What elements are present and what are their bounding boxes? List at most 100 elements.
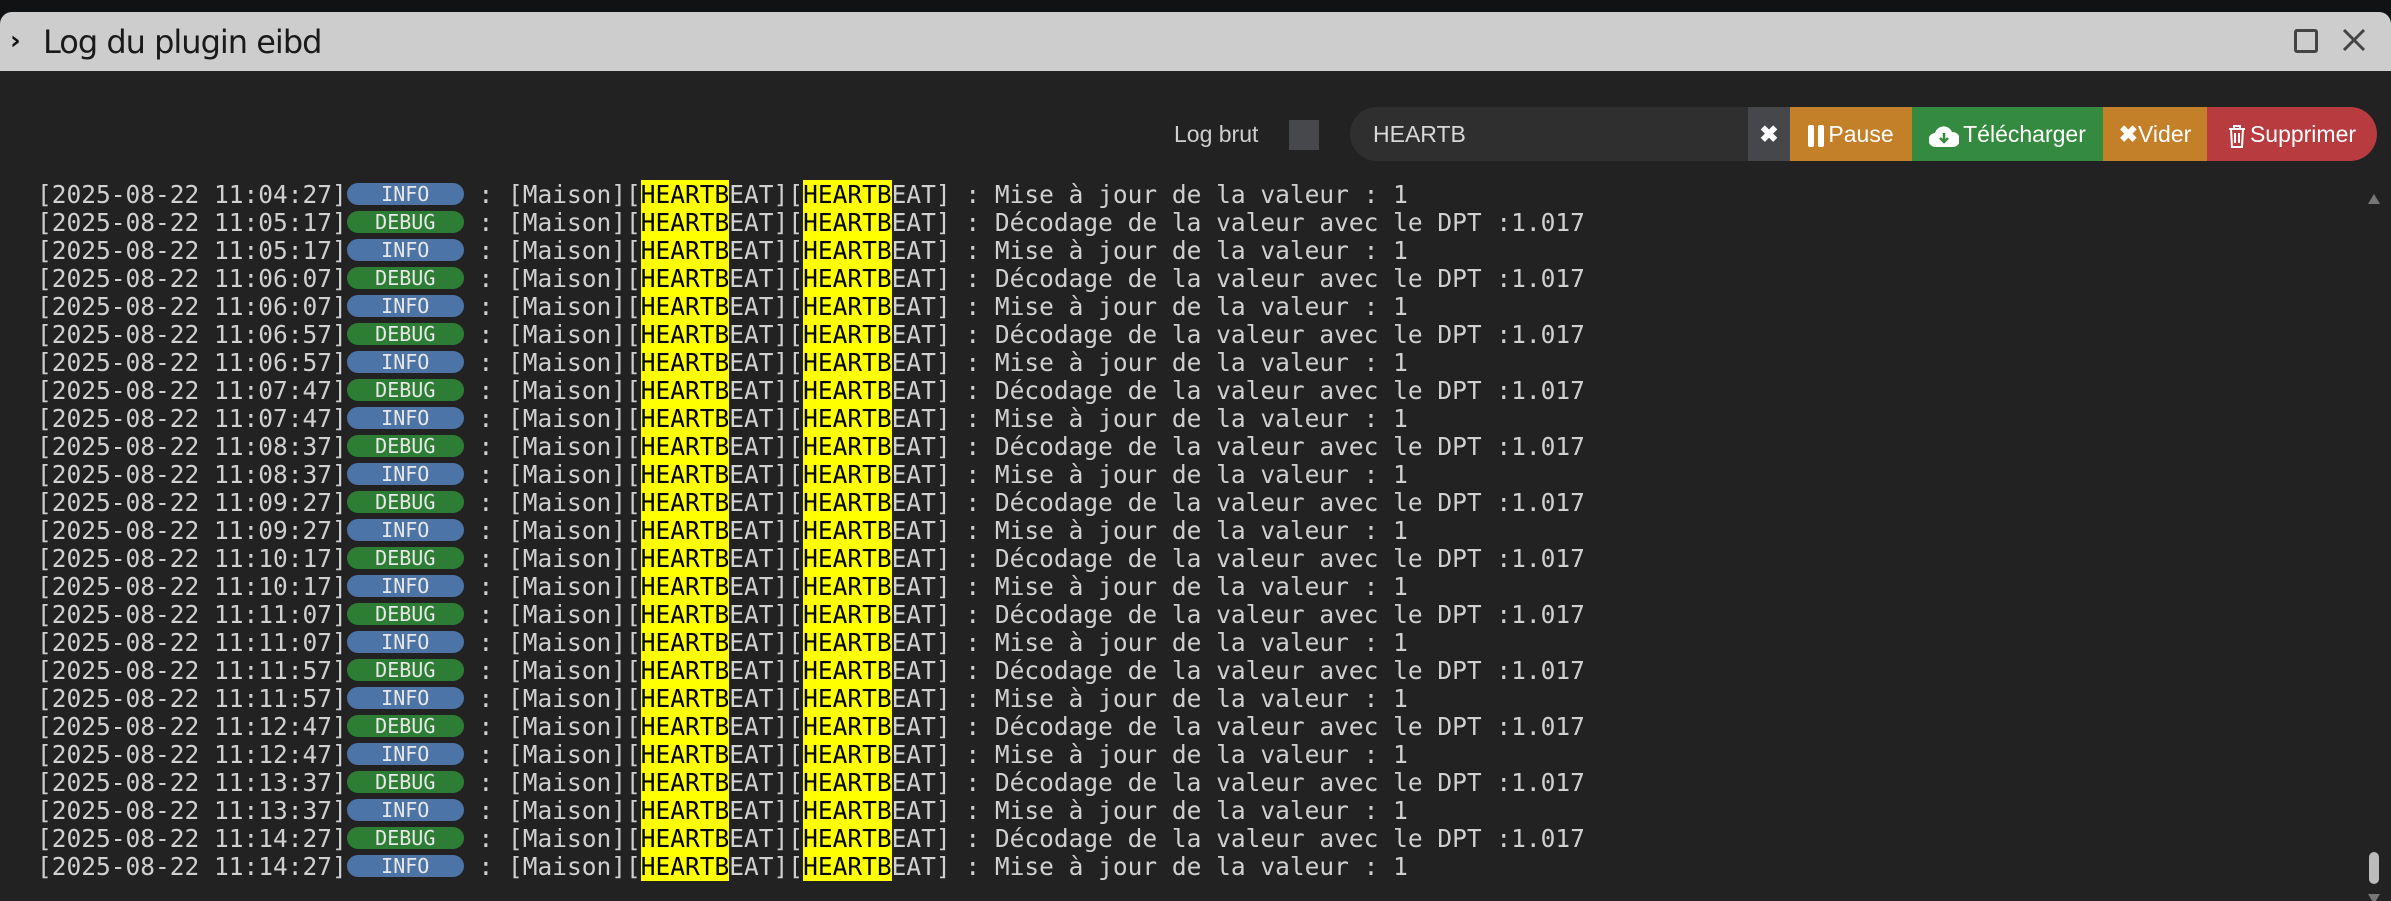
log-row: [2025-08-22 11:09:27] DEBUG : [Maison][HE… bbox=[37, 488, 1585, 517]
scrollbar-thumb[interactable] bbox=[2369, 852, 2379, 884]
log-source: : [Maison][ bbox=[463, 768, 641, 797]
log-level-badge: INFO bbox=[346, 799, 464, 821]
log-tag: EAT][ bbox=[729, 824, 804, 853]
pause-button[interactable]: Pause bbox=[1790, 107, 1912, 161]
search-highlight: HEARTB bbox=[640, 572, 730, 601]
log-row: [2025-08-22 11:06:57] DEBUG : [Maison][HE… bbox=[37, 320, 1585, 349]
log-row: [2025-08-22 11:06:07] DEBUG : [Maison][HE… bbox=[37, 264, 1585, 293]
maximize-icon[interactable] bbox=[2294, 29, 2318, 53]
log-tag: EAT][ bbox=[729, 684, 804, 713]
search-highlight: HEARTB bbox=[803, 852, 892, 881]
log-tag: EAT] : bbox=[891, 320, 995, 349]
log-message: Mise à jour de la valeur : 1 bbox=[994, 516, 1408, 545]
log-message: Décodage de la valeur avec le DPT :1.017 bbox=[994, 488, 1585, 517]
log-tag: EAT][ bbox=[729, 264, 804, 293]
log-level-badge: INFO bbox=[346, 351, 464, 373]
log-row: [2025-08-22 11:07:47] DEBUG : [Maison][HE… bbox=[37, 376, 1585, 405]
search-input[interactable]: HEARTB bbox=[1350, 107, 1748, 161]
log-tag: EAT][ bbox=[729, 320, 804, 349]
log-message: Décodage de la valeur avec le DPT :1.017 bbox=[994, 264, 1585, 293]
log-tag: EAT][ bbox=[729, 516, 804, 545]
log-brut-checkbox[interactable] bbox=[1289, 120, 1319, 150]
search-highlight: HEARTB bbox=[803, 712, 892, 741]
log-tag: EAT] : bbox=[891, 376, 995, 405]
log-timestamp: [2025-08-22 11:11:07] bbox=[37, 600, 347, 629]
close-icon[interactable] bbox=[2336, 22, 2372, 58]
search-highlight: HEARTB bbox=[640, 516, 730, 545]
log-source: : [Maison][ bbox=[463, 544, 641, 573]
log-tag: EAT][ bbox=[729, 544, 804, 573]
search-highlight: HEARTB bbox=[803, 488, 892, 517]
search-highlight: HEARTB bbox=[640, 824, 730, 853]
log-tag: EAT][ bbox=[729, 712, 804, 741]
log-timestamp: [2025-08-22 11:06:57] bbox=[37, 348, 347, 377]
log-tag: EAT] : bbox=[891, 292, 995, 321]
search-highlight: HEARTB bbox=[640, 348, 730, 377]
log-source: : [Maison][ bbox=[463, 516, 641, 545]
log-source: : [Maison][ bbox=[463, 488, 641, 517]
search-highlight: HEARTB bbox=[803, 432, 892, 461]
log-level-badge: INFO bbox=[346, 519, 464, 541]
log-row: [2025-08-22 11:11:57] DEBUG : [Maison][HE… bbox=[37, 656, 1585, 685]
log-message: Décodage de la valeur avec le DPT :1.017 bbox=[994, 544, 1585, 573]
log-message: Décodage de la valeur avec le DPT :1.017 bbox=[994, 432, 1585, 461]
pause-label: Pause bbox=[1828, 121, 1894, 147]
log-timestamp: [2025-08-22 11:06:07] bbox=[37, 292, 347, 321]
log-source: : [Maison][ bbox=[463, 712, 641, 741]
log-level-badge: INFO bbox=[346, 631, 464, 653]
clear-search-button[interactable]: ✖ bbox=[1748, 107, 1790, 161]
search-highlight: HEARTB bbox=[640, 460, 730, 489]
log-row: [2025-08-22 11:10:17] DEBUG : [Maison][HE… bbox=[37, 544, 1585, 573]
log-row: [2025-08-22 11:14:27] DEBUG : [Maison][HE… bbox=[37, 824, 1585, 853]
log-tag: EAT][ bbox=[729, 236, 804, 265]
log-timestamp: [2025-08-22 11:09:27] bbox=[37, 516, 347, 545]
log-message: Mise à jour de la valeur : 1 bbox=[994, 348, 1408, 377]
log-output: [2025-08-22 11:04:27] INFO : [Maison][HEA… bbox=[37, 180, 1585, 881]
search-highlight: HEARTB bbox=[803, 796, 892, 825]
log-timestamp: [2025-08-22 11:11:57] bbox=[37, 684, 347, 713]
empty-button[interactable]: ✖Vider bbox=[2103, 107, 2207, 161]
search-highlight: HEARTB bbox=[640, 656, 730, 685]
scroll-down-arrow[interactable] bbox=[2368, 894, 2380, 901]
log-level-badge: INFO bbox=[346, 295, 464, 317]
search-highlight: HEARTB bbox=[803, 376, 892, 405]
delete-button[interactable]: Supprimer bbox=[2207, 107, 2377, 161]
search-highlight: HEARTB bbox=[640, 488, 730, 517]
log-level-badge: INFO bbox=[346, 687, 464, 709]
log-timestamp: [2025-08-22 11:12:47] bbox=[37, 712, 347, 741]
log-tag: EAT][ bbox=[729, 460, 804, 489]
log-tag: EAT] : bbox=[891, 488, 995, 517]
log-level-badge: DEBUG bbox=[346, 491, 464, 513]
log-tag: EAT][ bbox=[729, 292, 804, 321]
log-tag: EAT] : bbox=[891, 432, 995, 461]
log-level-badge: DEBUG bbox=[346, 603, 464, 625]
log-timestamp: [2025-08-22 11:10:17] bbox=[37, 544, 347, 573]
log-tag: EAT][ bbox=[729, 348, 804, 377]
scroll-up-arrow[interactable] bbox=[2368, 194, 2380, 204]
log-tag: EAT] : bbox=[891, 656, 995, 685]
download-label: Télécharger bbox=[1963, 121, 2086, 147]
log-timestamp: [2025-08-22 11:06:57] bbox=[37, 320, 347, 349]
log-message: Mise à jour de la valeur : 1 bbox=[994, 292, 1408, 321]
log-message: Décodage de la valeur avec le DPT :1.017 bbox=[994, 824, 1585, 853]
log-level-badge: INFO bbox=[346, 575, 464, 597]
chevron-right-icon[interactable]: › bbox=[10, 26, 21, 56]
log-row: [2025-08-22 11:08:37] DEBUG : [Maison][HE… bbox=[37, 432, 1585, 461]
log-row: [2025-08-22 11:11:07] INFO : [Maison][HEA… bbox=[37, 628, 1585, 657]
log-message: Mise à jour de la valeur : 1 bbox=[994, 684, 1408, 713]
search-highlight: HEARTB bbox=[640, 544, 730, 573]
log-tag: EAT][ bbox=[729, 488, 804, 517]
download-button[interactable]: Télécharger bbox=[1912, 107, 2103, 161]
search-highlight: HEARTB bbox=[640, 404, 730, 433]
log-row: [2025-08-22 11:11:07] DEBUG : [Maison][HE… bbox=[37, 600, 1585, 629]
log-level-badge: INFO bbox=[346, 743, 464, 765]
log-row: [2025-08-22 11:06:07] INFO : [Maison][HEA… bbox=[37, 292, 1585, 321]
x-icon: ✖ bbox=[2118, 121, 2138, 147]
log-row: [2025-08-22 11:12:47] DEBUG : [Maison][HE… bbox=[37, 712, 1585, 741]
search-highlight: HEARTB bbox=[803, 460, 892, 489]
search-highlight: HEARTB bbox=[803, 348, 892, 377]
log-tag: EAT] : bbox=[891, 740, 995, 769]
log-row: [2025-08-22 11:12:47] INFO : [Maison][HEA… bbox=[37, 740, 1585, 769]
log-tag: EAT] : bbox=[891, 516, 995, 545]
log-source: : [Maison][ bbox=[463, 264, 641, 293]
